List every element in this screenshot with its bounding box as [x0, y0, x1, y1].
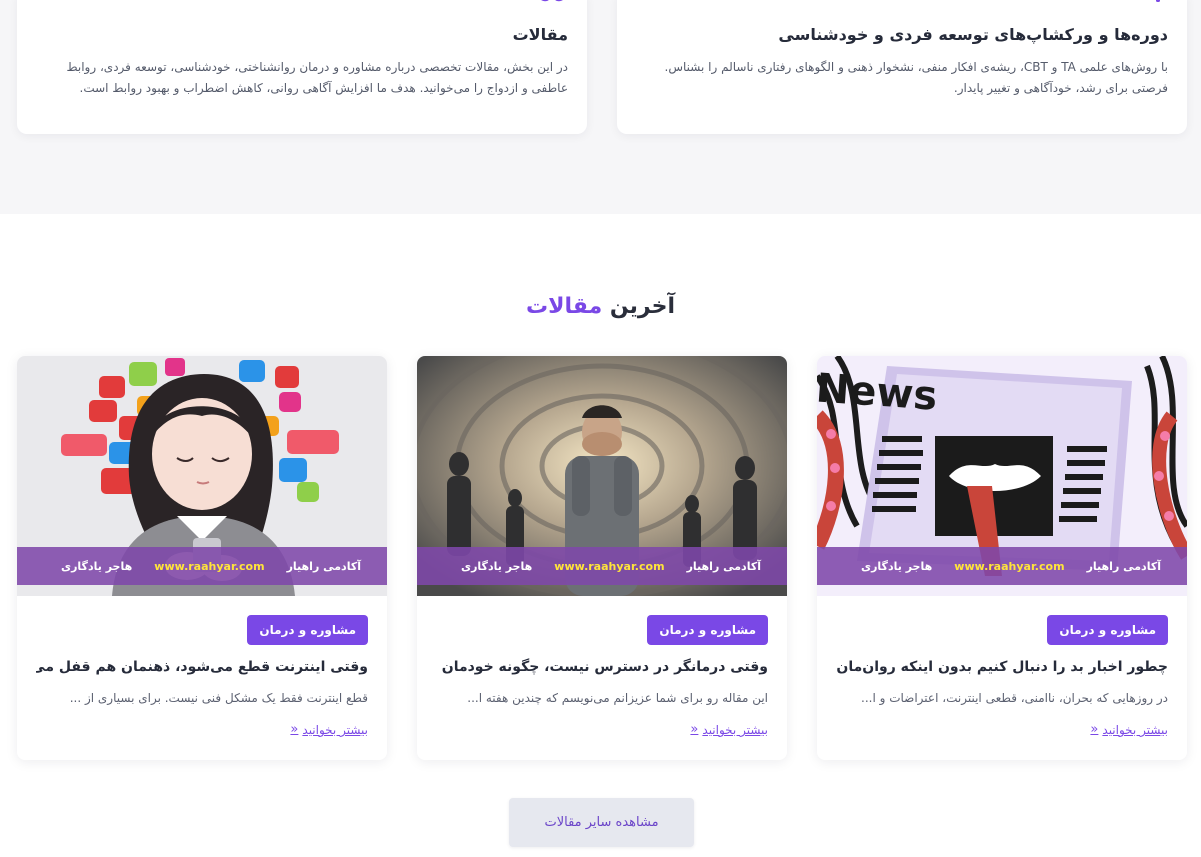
heading-accent: مقالات [525, 294, 603, 319]
course-icon [1148, 0, 1168, 7]
girl-phone-apps-illustration[interactable]: آکادمی راهیار www.raahyar.com هاجر یادگا… [17, 356, 387, 596]
double-chevron-left-icon: « [290, 722, 299, 737]
read-more-label: بیشتر بخوانید [1102, 723, 1168, 737]
service-card-courses[interactable]: دوره‌ها و ورکشاپ‌های توسعه فردی و خودشنا… [617, 0, 1187, 134]
band-site: www.raahyar.com [954, 559, 1065, 573]
read-more-label: بیشتر بخوانید [702, 723, 768, 737]
article-excerpt: قطع اینترنت فقط یک مشکل فنی نیست. برای ب… [69, 691, 368, 705]
article-card[interactable]: News آکادمی راهیار www.raahyar.com هاجر … [817, 356, 1187, 760]
band-author: هاجر یادگاری [861, 559, 933, 573]
category-badge[interactable]: مشاوره و درمان [1047, 615, 1168, 645]
service-title: دوره‌ها و ورکشاپ‌های توسعه فردی و خودشنا… [778, 25, 1168, 44]
service-description: با روش‌های علمی TA و CBT، ریشه‌ی افکار م… [664, 60, 1168, 95]
article-card[interactable]: آکادمی راهیار www.raahyar.com هاجر یادگا… [417, 356, 787, 760]
distressed-man-illustration[interactable]: آکادمی راهیار www.raahyar.com هاجر یادگا… [417, 356, 787, 596]
heading-main: آخرین [609, 294, 676, 319]
article-card[interactable]: آکادمی راهیار www.raahyar.com هاجر یادگا… [17, 356, 387, 760]
service-card-articles[interactable]: مقالات در این بخش، مقالات تخصصی درباره م… [17, 0, 587, 134]
svg-text:News: News [817, 365, 939, 419]
article-title[interactable]: چطور اخبار بد را دنبال کنیم بدون اینکه ر… [836, 655, 1168, 679]
article-title[interactable]: وقتی درمانگر در دسترس نیست، چگونه خودمان… [436, 655, 768, 679]
band-academy: آکادمی راهیار [286, 559, 361, 573]
services-section: دوره‌ها و ورکشاپ‌های توسعه فردی و خودشنا… [0, 0, 1201, 214]
service-title: مقالات [512, 25, 568, 44]
image-caption-band: آکادمی راهیار www.raahyar.com هاجر یادگا… [817, 547, 1187, 585]
latest-articles-heading: آخرین مقالات [0, 292, 1201, 322]
band-site: www.raahyar.com [554, 559, 665, 573]
category-badge[interactable]: مشاوره و درمان [647, 615, 768, 645]
read-more-link[interactable]: بیشتر بخوانید « [690, 721, 768, 739]
read-more-label: بیشتر بخوانید [302, 723, 368, 737]
articles-icon [536, 0, 568, 7]
article-excerpt: این مقاله رو برای شما عزیزانم می‌نویسم ک… [467, 691, 768, 705]
read-more-link[interactable]: بیشتر بخوانید « [1090, 721, 1168, 739]
image-caption-band: آکادمی راهیار www.raahyar.com هاجر یادگا… [417, 547, 787, 585]
article-excerpt: در روزهایی که بحران، ناامنی، قطعی اینترن… [861, 691, 1168, 705]
band-site: www.raahyar.com [154, 559, 265, 573]
double-chevron-left-icon: « [690, 722, 699, 737]
category-badge[interactable]: مشاوره و درمان [247, 615, 368, 645]
service-description: در این بخش، مقالات تخصصی درباره مشاوره و… [66, 60, 568, 95]
read-more-link[interactable]: بیشتر بخوانید « [290, 721, 368, 739]
band-author: هاجر یادگاری [61, 559, 133, 573]
band-academy: آکادمی راهیار [1086, 559, 1161, 573]
news-illustration[interactable]: News آکادمی راهیار www.raahyar.com هاجر … [817, 356, 1187, 596]
article-title[interactable]: وقتی اینترنت قطع می‌شود، ذهنمان هم قفل م… [36, 655, 368, 679]
double-chevron-left-icon: « [1090, 722, 1099, 737]
band-academy: آکادمی راهیار [686, 559, 761, 573]
view-more-articles-button[interactable]: مشاهده سایر مقالات [509, 798, 694, 847]
image-caption-band: آکادمی راهیار www.raahyar.com هاجر یادگا… [17, 547, 387, 585]
band-author: هاجر یادگاری [461, 559, 533, 573]
